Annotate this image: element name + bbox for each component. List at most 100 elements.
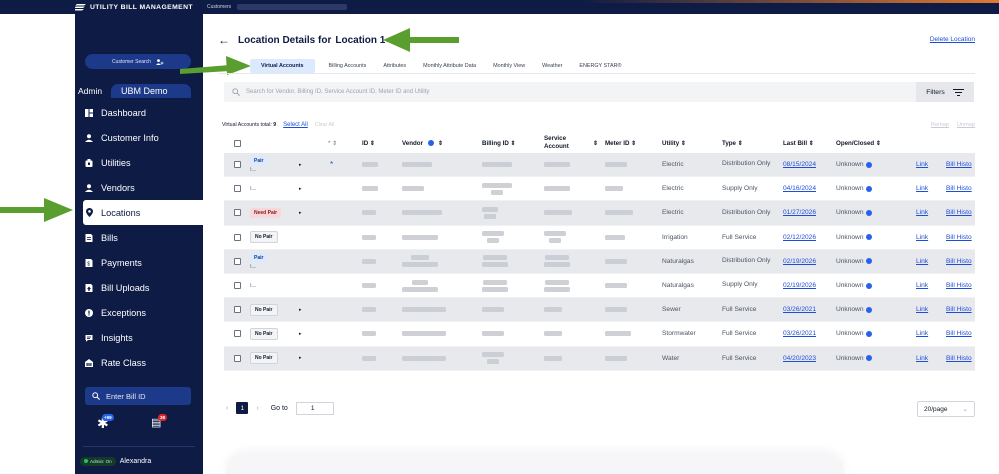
checkbox[interactable] bbox=[234, 306, 241, 314]
delete-location-link[interactable]: Delete Location bbox=[930, 36, 975, 43]
next-page-icon[interactable]: › bbox=[256, 405, 258, 412]
filters-button[interactable]: Filters bbox=[916, 82, 974, 102]
table-row[interactable]: No Pair Irrigation Full Service 02/12/20… bbox=[224, 226, 975, 250]
sidebar-item-bills[interactable]: Bills bbox=[75, 225, 203, 250]
clear-all-link[interactable]: Clear All bbox=[315, 122, 334, 128]
sidebar-item-exceptions[interactable]: Exceptions bbox=[75, 300, 203, 325]
checkbox[interactable] bbox=[234, 185, 241, 193]
account-search-input[interactable]: Search for Vendor, Billing ID, Service A… bbox=[224, 82, 974, 102]
pair-badge[interactable]: Pair bbox=[250, 156, 268, 167]
bill-id-search-input[interactable]: Enter Bill ID bbox=[85, 387, 191, 405]
prev-page-icon[interactable]: ‹ bbox=[226, 405, 228, 412]
back-arrow-icon[interactable]: ← bbox=[218, 33, 230, 47]
sidebar-item-vendors[interactable]: Vendors bbox=[75, 175, 203, 200]
last-bill-link[interactable]: 04/16/2024 bbox=[783, 185, 816, 192]
last-bill-link[interactable]: 08/15/2024 bbox=[783, 161, 816, 168]
row-link[interactable]: Link bbox=[916, 330, 928, 337]
tab-weather[interactable]: Weather bbox=[539, 59, 565, 73]
sidebar-item-payments[interactable]: $ Payments bbox=[75, 250, 203, 275]
sidebar-item-insights[interactable]: Insights bbox=[75, 325, 203, 350]
pair-badge[interactable]: No Pair bbox=[250, 231, 278, 244]
page-size-select[interactable]: 20/page ⌄ bbox=[917, 401, 975, 417]
bill-history-link[interactable]: Bill Histo bbox=[946, 185, 972, 192]
info-icon[interactable] bbox=[865, 234, 872, 241]
last-bill-link[interactable]: 02/12/2026 bbox=[783, 234, 816, 241]
checkbox[interactable] bbox=[234, 161, 241, 169]
expand-arrow-icon[interactable]: ▸ bbox=[299, 331, 302, 337]
checkbox[interactable] bbox=[234, 139, 241, 147]
table-row[interactable]: No Pair ▸ Stormwater Full Service 03/26/… bbox=[224, 322, 975, 347]
header-billing-id[interactable]: Billing ID ⇕ bbox=[482, 140, 516, 147]
sidebar-item-customer-info[interactable]: Customer Info bbox=[75, 125, 203, 150]
table-row[interactable]: Need Pair ▸ Electric Distribution Only 0… bbox=[224, 201, 975, 226]
tab-billing-accounts[interactable]: Billing Accounts bbox=[326, 59, 370, 73]
info-icon[interactable] bbox=[427, 140, 434, 146]
tab-monthly-attribute-data[interactable]: Monthly Attribute Data bbox=[420, 59, 479, 73]
header-id[interactable]: ID ⇕ bbox=[362, 140, 375, 147]
info-icon[interactable] bbox=[865, 330, 872, 337]
select-all-link[interactable]: Select All bbox=[283, 122, 308, 128]
last-bill-link[interactable]: 04/20/2023 bbox=[783, 355, 816, 362]
sidebar-item-rate-class[interactable]: Rate Class bbox=[75, 350, 203, 375]
row-link[interactable]: Link bbox=[916, 306, 928, 313]
row-link[interactable]: Link bbox=[916, 258, 928, 265]
row-link[interactable]: Link bbox=[916, 355, 928, 362]
sidebar-item-bill-uploads[interactable]: Bill Uploads bbox=[75, 275, 203, 300]
table-row[interactable]: No Pair ▸ Water Full Service 04/20/2023 … bbox=[224, 346, 975, 371]
remap-link[interactable]: Remap bbox=[931, 122, 949, 128]
info-icon[interactable] bbox=[865, 185, 872, 192]
pair-badge[interactable]: Need Pair bbox=[250, 207, 282, 218]
bill-history-link[interactable]: Bill Histo bbox=[946, 234, 972, 241]
bill-history-link[interactable]: Bill Histo bbox=[946, 306, 972, 313]
bill-history-link[interactable]: Bill Histo bbox=[946, 209, 972, 216]
brand-logo[interactable]: UTILITY BILL MANAGEMENT bbox=[75, 0, 203, 14]
page-1-button[interactable]: 1 bbox=[236, 402, 249, 414]
checkbox[interactable] bbox=[234, 354, 241, 362]
row-link[interactable]: Link bbox=[916, 282, 928, 289]
expand-arrow-icon[interactable]: ▸ bbox=[299, 355, 302, 361]
header-select-checkbox[interactable] bbox=[234, 139, 241, 147]
table-row[interactable]: Pair ŀ..... Naturalgas Distribution Only … bbox=[224, 249, 975, 274]
last-bill-link[interactable]: 01/27/2026 bbox=[783, 209, 816, 216]
unmap-link[interactable]: Unmap bbox=[957, 122, 975, 128]
bill-history-link[interactable]: Bill Histo bbox=[946, 258, 972, 265]
header-vendor[interactable]: Vendor ⇕ bbox=[402, 140, 443, 147]
header-utility[interactable]: Utility ⇕ bbox=[662, 140, 686, 147]
header-star-sort[interactable]: * ⇕ bbox=[328, 140, 337, 147]
header-service-account-sort[interactable]: ⇕ bbox=[593, 140, 598, 147]
checkbox[interactable] bbox=[234, 257, 241, 265]
checkbox[interactable] bbox=[234, 233, 241, 241]
user-name[interactable]: Alexandra bbox=[120, 458, 152, 465]
info-icon[interactable] bbox=[865, 209, 872, 216]
info-icon[interactable] bbox=[865, 161, 872, 168]
tab-energy-star[interactable]: ENERGY STAR® bbox=[576, 59, 624, 73]
header-meter-id[interactable]: Meter ID ⇕ bbox=[605, 140, 636, 147]
pair-badge[interactable]: Pair bbox=[250, 252, 268, 263]
table-row[interactable]: Pair ŀ..... ▸ * Electric Distribution Onl… bbox=[224, 153, 975, 178]
row-link[interactable]: Link bbox=[916, 209, 928, 216]
last-bill-link[interactable]: 03/26/2021 bbox=[783, 330, 816, 337]
last-bill-link[interactable]: 03/26/2021 bbox=[783, 306, 816, 313]
table-row[interactable]: ŀ..... ▸ Electric Supply Only 04/16/2024… bbox=[224, 177, 975, 202]
org-selector[interactable]: UBM Demo bbox=[111, 84, 191, 98]
last-bill-link[interactable]: 02/19/2026 bbox=[783, 282, 816, 289]
header-open-closed[interactable]: Open/Closed ⇕ bbox=[836, 140, 881, 147]
bill-history-link[interactable]: Bill Histo bbox=[946, 282, 972, 289]
expand-arrow-icon[interactable]: ▸ bbox=[299, 162, 302, 168]
pair-badge[interactable]: No Pair bbox=[250, 303, 278, 316]
tab-virtual-accounts[interactable]: Virtual Accounts bbox=[250, 59, 315, 73]
sidebar-item-utilities[interactable]: Utilities bbox=[75, 150, 203, 175]
table-row[interactable]: No Pair ▸ Sewer Full Service 03/26/2021 … bbox=[224, 298, 975, 323]
info-icon[interactable] bbox=[865, 258, 872, 265]
customer-search-button[interactable]: Customer Search bbox=[85, 54, 191, 69]
tab-monthly-view[interactable]: Monthly View bbox=[490, 59, 528, 73]
table-row[interactable]: ŀ..... Naturalgas Supply Only 02/19/2026… bbox=[224, 274, 975, 299]
expand-arrow-icon[interactable]: ▸ bbox=[299, 210, 302, 216]
pair-badge[interactable]: No Pair bbox=[250, 352, 278, 365]
row-link[interactable]: Link bbox=[916, 234, 928, 241]
pair-badge[interactable]: No Pair bbox=[250, 327, 278, 340]
row-link[interactable]: Link bbox=[916, 185, 928, 192]
header-service-account[interactable]: Service Account bbox=[544, 135, 582, 151]
sidebar-item-locations[interactable]: Locations bbox=[83, 200, 203, 225]
row-link[interactable]: Link bbox=[916, 161, 928, 168]
